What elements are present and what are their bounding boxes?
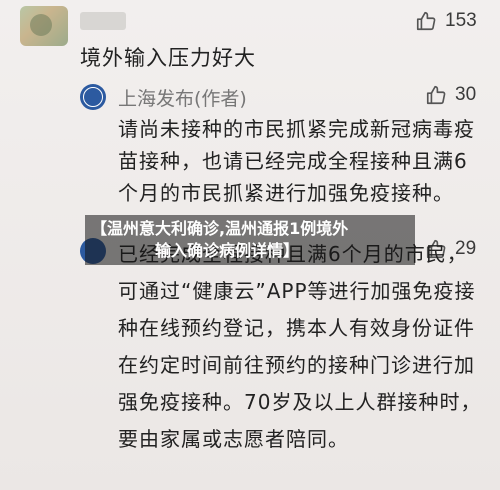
thumbs-up-icon: [425, 84, 447, 106]
headline-overlay: 【温州意大利确诊,温州通报1例境外 输入确诊病例详情】: [85, 215, 415, 265]
reply2-text: 已经完成全程接种且满6个月的市民，可通过“健康云”APP等进行加强免疫接种在线预…: [118, 242, 482, 451]
comment-like-button[interactable]: 153: [415, 10, 477, 32]
comment-text: 境外输入压力好大: [80, 46, 256, 70]
comment-like-count: 153: [445, 10, 477, 31]
headline-line-1: 【温州意大利确诊,温州通报1例境外: [91, 219, 349, 238]
reply-text: 请尚未接种的市民抓紧完成新冠病毒疫苗接种，也请已经完成全程接种且满6个月的市民抓…: [118, 117, 475, 205]
screenshot-frame: 153 境外输入压力好大 上海发布(作者) 30 请尚未接种的市民抓紧完成新冠病…: [0, 0, 500, 490]
thumbs-up-icon: [415, 10, 437, 32]
comment-header: 153 境外输入压力好大: [0, 0, 500, 70]
reply-like-button[interactable]: 30: [425, 84, 476, 106]
reply-author-name[interactable]: 上海发布(作者): [118, 84, 247, 111]
reply-author-avatar[interactable]: [80, 84, 106, 110]
headline-line-2: 输入确诊病例详情】: [155, 241, 300, 260]
commenter-avatar[interactable]: [20, 6, 68, 46]
reply-like-count: 30: [455, 84, 477, 105]
commenter-name-blurred[interactable]: [80, 12, 126, 30]
avatar-ring: [83, 87, 103, 107]
